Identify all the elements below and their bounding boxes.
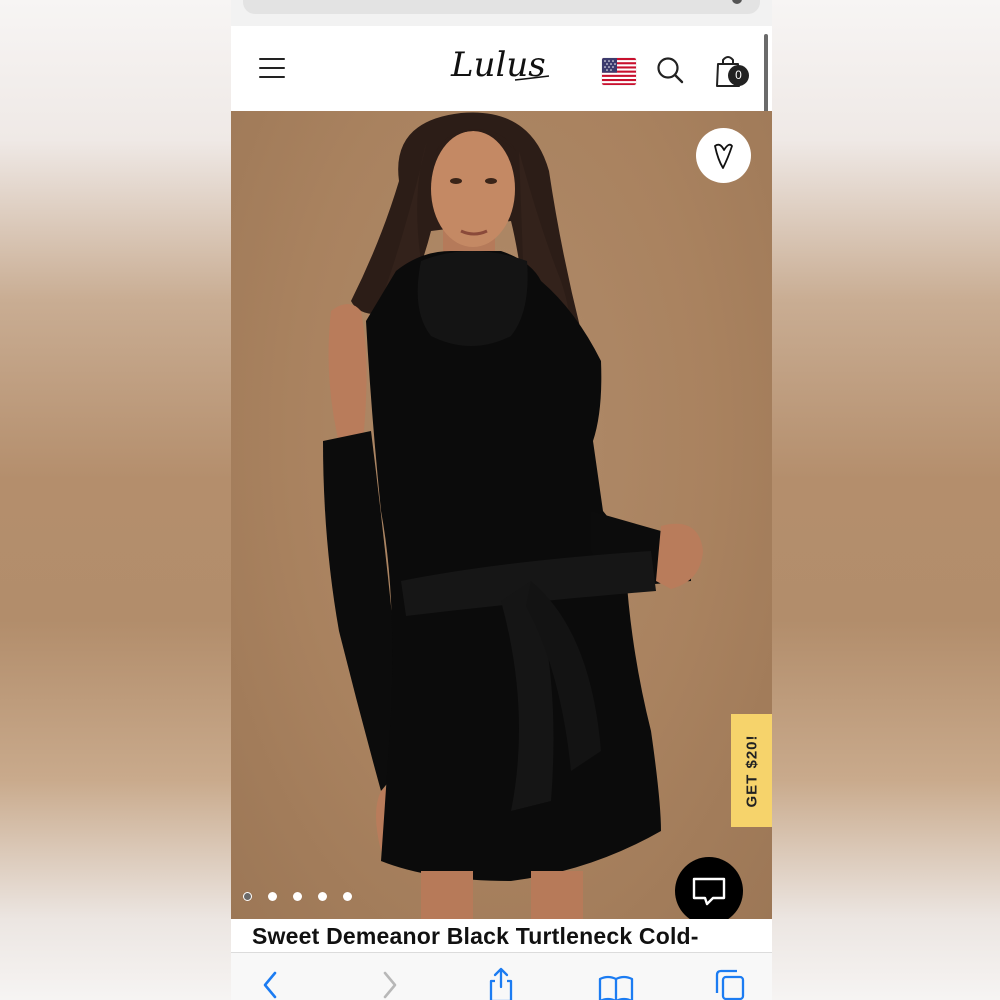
address-bar[interactable] xyxy=(243,0,760,14)
carousel-dot[interactable] xyxy=(318,892,327,901)
bookmarks-icon[interactable] xyxy=(596,967,636,1000)
browser-toolbar xyxy=(231,952,772,1000)
carousel-dot[interactable] xyxy=(293,892,302,901)
back-icon[interactable] xyxy=(253,967,293,1000)
share-icon[interactable] xyxy=(481,967,521,1000)
product-photo xyxy=(323,112,703,919)
heart-icon xyxy=(714,143,733,169)
promo-tab[interactable]: GET $20! xyxy=(731,714,772,827)
us-flag-icon[interactable] xyxy=(602,58,636,85)
svg-text:Lulus: Lulus xyxy=(450,45,546,85)
menu-icon[interactable] xyxy=(259,58,285,78)
carousel-dot[interactable] xyxy=(268,892,277,901)
chat-button[interactable] xyxy=(675,857,743,919)
promo-label: GET $20! xyxy=(743,733,760,808)
chat-icon xyxy=(692,877,726,906)
backdrop-right xyxy=(772,0,1000,1000)
tabs-icon[interactable] xyxy=(709,967,749,1000)
address-bar-area xyxy=(231,0,772,26)
wishlist-button[interactable] xyxy=(696,128,751,183)
carousel-dot[interactable] xyxy=(243,892,252,901)
browser-viewport: Lulus 0 GET $20! Sweet Demeanor Black Tu… xyxy=(231,0,772,1000)
cart-count-badge: 0 xyxy=(728,65,749,86)
site-header: Lulus 0 xyxy=(231,26,772,111)
product-image-carousel[interactable]: GET $20! xyxy=(231,111,772,919)
lulus-logo[interactable]: Lulus xyxy=(449,40,553,90)
search-icon[interactable] xyxy=(655,55,685,85)
forward-icon[interactable] xyxy=(369,967,409,1000)
backdrop-left xyxy=(0,0,231,1000)
carousel-dot[interactable] xyxy=(343,892,352,901)
product-title: Sweet Demeanor Black Turtleneck Cold- xyxy=(252,923,699,949)
